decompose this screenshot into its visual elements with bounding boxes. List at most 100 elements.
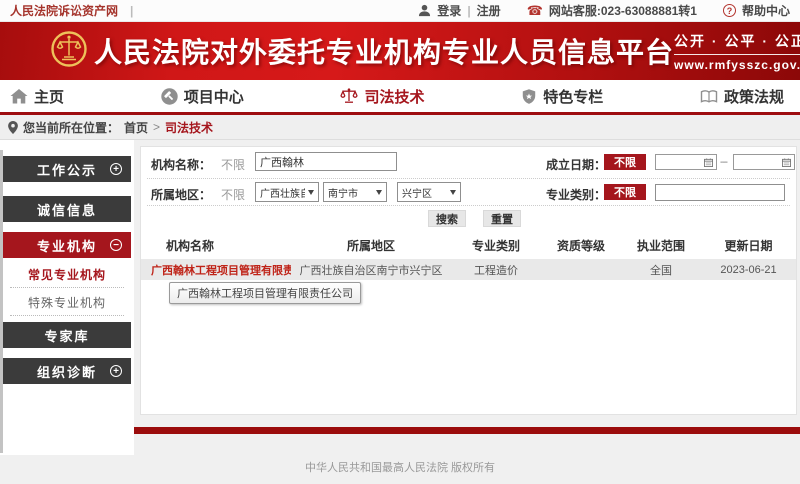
banner-slogan: 公开 · 公平 · 公正 [674,31,800,55]
search-button[interactable]: 搜索 [428,210,466,227]
shield-star-icon [521,88,537,105]
register-link[interactable]: 注册 [477,2,501,19]
location-pin-icon [8,121,18,134]
content-panel: 机构名称： 不限 成立日期： 不限 --- 所属地区： 不限 广西壮族自治 南宁… [140,146,797,415]
reset-button[interactable]: 重置 [483,210,521,227]
form-divider [147,178,790,179]
district-select-value: 兴宁区 [402,185,432,200]
nav-item-special-column[interactable]: 特色专栏 [521,86,603,107]
calendar-icon [704,158,713,167]
nav-item-label: 项目中心 [184,86,244,107]
nav-item-home[interactable]: 主页 [10,86,64,107]
scales-icon [340,88,358,104]
chevron-down-icon [308,190,314,195]
sidebar-item-integrity-info[interactable]: 诚信信息 [3,196,131,222]
main-nav: 主页 项目中心 司法技术 特色专栏 政策法规 [0,80,800,115]
sidebar-subitem-special-orgs[interactable]: 特殊专业机构 [3,293,131,311]
city-select-value: 南宁市 [328,185,358,200]
chevron-down-icon [376,190,382,195]
home-icon [10,89,28,104]
nav-item-policies[interactable]: 政策法规 [700,86,784,107]
site-banner: 人民法院对外委托专业机构专业人员信息平台 公开 · 公平 · 公正 www.rm… [0,22,800,80]
sidebar-item-professional-orgs[interactable]: 专业机构 − [3,232,131,258]
copyright-text: 中华人民共和国最高人民法院 版权所有 [0,459,800,475]
login-link[interactable]: 登录 [437,2,461,19]
category-input[interactable] [655,184,785,201]
founding-date-label: 成立日期： [546,156,606,173]
sidebar-item-work-publicity[interactable]: 工作公示 + [3,156,131,182]
sidebar-dotted-divider [10,315,124,316]
nav-item-label: 主页 [34,86,64,107]
nav-item-project-center[interactable]: 项目中心 [161,86,244,107]
page: 人民法院诉讼资产网 | 登录 | 注册 ☎ 网站客服:023-63088881转… [0,0,800,484]
table-header: 机构名称 [141,237,291,254]
founding-date-any-button[interactable]: 不限 [604,154,646,170]
nav-item-label: 司法技术 [364,86,424,107]
district-select[interactable]: 兴宁区 [397,182,461,202]
gavel-icon [161,88,178,105]
table-header: 执业范围 [621,237,701,254]
breadcrumb: 您当前所在位置： 首页 > 司法技术 [0,115,800,140]
expand-plus-icon: + [110,365,122,377]
topbar-divider: | [130,4,133,18]
sidebar-item-label: 工作公示 [37,160,97,179]
table-header-row: 机构名称 所属地区 专业类别 资质等级 执业范围 更新日期 [141,233,796,257]
org-name-tooltip: 广西翰林工程项目管理有限责任公司 [169,282,361,304]
nav-item-label: 特色专栏 [543,86,603,107]
form-divider [147,205,790,206]
sidebar-item-label: 专业机构 [37,236,97,255]
org-category-cell: 工程造价 [451,262,541,278]
sidebar-dotted-divider [10,287,124,288]
org-name-input[interactable] [255,152,397,171]
nav-item-label: 政策法规 [724,86,784,107]
org-scope-cell: 全国 [621,262,701,278]
sidebar-subitem-common-orgs[interactable]: 常见专业机构 [3,265,131,283]
table-header: 所属地区 [291,237,451,254]
sidebar-subitem-label: 特殊专业机构 [28,294,106,311]
table-row[interactable]: 广西翰林工程项目管理有限责任... 广西壮族自治区南宁市兴宁区 工程造价 全国 … [141,259,796,280]
table-header: 更新日期 [701,237,796,254]
category-label: 专业类别： [546,186,606,203]
breadcrumb-current: 司法技术 [165,119,213,136]
sidebar-item-label: 组织诊断 [37,362,97,381]
date-from-input[interactable] [655,154,717,170]
breadcrumb-separator: > [153,120,160,134]
sidebar-subitem-label: 常见专业机构 [28,266,106,283]
page-title: 人民法院对外委托专业机构专业人员信息平台 [94,31,674,71]
province-select-value: 广西壮族自治 [260,185,305,200]
breadcrumb-prefix: 您当前所在位置： [23,119,119,136]
login-register-divider: | [467,4,470,18]
table-header: 专业类别 [451,237,541,254]
region-any-option[interactable]: 不限 [221,186,245,203]
sidebar-item-label: 专家库 [44,326,89,345]
court-emblem-icon [50,30,88,73]
region-label: 所属地区： [151,186,211,203]
org-name-any-option[interactable]: 不限 [221,156,245,173]
nav-item-judicial-tech[interactable]: 司法技术 [340,86,424,107]
breadcrumb-home-link[interactable]: 首页 [124,119,148,136]
book-icon [700,89,718,104]
asset-site-link[interactable]: 人民法院诉讼资产网 [10,2,118,19]
help-center-link[interactable]: 帮助中心 [742,2,790,19]
sidebar-item-org-diagnosis[interactable]: 组织诊断 + [3,358,131,384]
banner-url: www.rmfysszc.gov.cn [674,58,800,72]
phone-icon: ☎ [527,4,543,17]
help-icon: ? [723,4,736,17]
date-to-input[interactable] [733,154,795,170]
date-range-separator: --- [720,157,727,168]
user-icon [418,4,431,17]
expand-plus-icon: + [110,163,122,175]
city-select[interactable]: 南宁市 [323,182,387,202]
org-name-label: 机构名称： [151,156,211,173]
province-select[interactable]: 广西壮族自治 [255,182,319,202]
calendar-icon [782,158,791,167]
table-header: 资质等级 [541,237,621,254]
org-name-link[interactable]: 广西翰林工程项目管理有限责任... [141,262,291,278]
sidebar-item-expert-pool[interactable]: 专家库 [3,322,131,348]
category-any-button[interactable]: 不限 [604,184,646,200]
org-updated-cell: 2023-06-21 [701,264,796,276]
org-region-cell: 广西壮族自治区南宁市兴宁区 [291,262,451,278]
footer-red-bar [134,427,800,434]
top-utility-bar: 人民法院诉讼资产网 | 登录 | 注册 ☎ 网站客服:023-63088881转… [0,0,800,22]
hotline-text: 网站客服:023-63088881转1 [549,2,697,19]
